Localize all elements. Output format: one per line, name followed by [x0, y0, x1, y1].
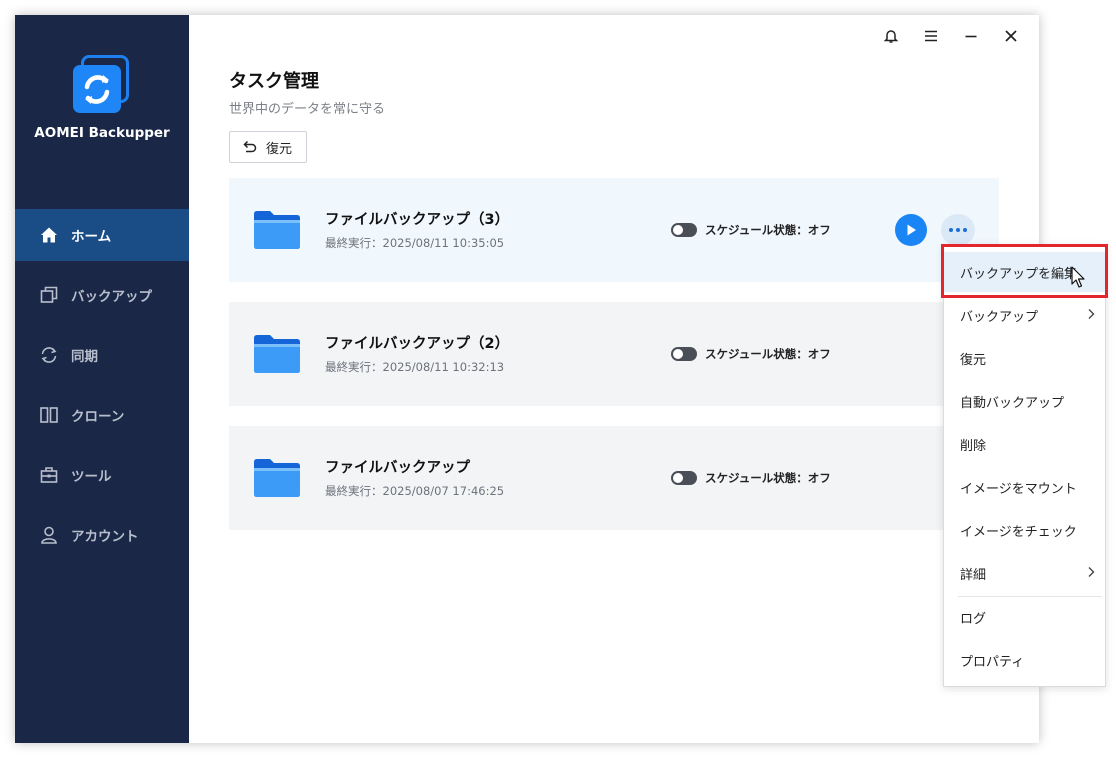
schedule-toggle[interactable]: [671, 471, 697, 485]
menu-item-label: バックアップを編集: [960, 266, 1078, 282]
sidebar-item-sync[interactable]: 同期: [15, 329, 189, 381]
sidebar-item-clone[interactable]: クローン: [15, 389, 189, 441]
task-card[interactable]: ファイルバックアップ 最終実行：2025/08/07 17:46:25 スケジュ…: [229, 426, 999, 530]
minimize-icon: [965, 35, 977, 38]
more-options-button[interactable]: [941, 214, 975, 246]
backup-icon: [40, 286, 58, 303]
home-icon: [41, 227, 57, 243]
task-card[interactable]: ファイルバックアップ（2） 最終実行：2025/08/11 10:32:13 ス…: [229, 302, 999, 406]
menu-item-properties[interactable]: プロパティ: [944, 640, 1105, 680]
close-button[interactable]: [991, 25, 1031, 47]
restore-button-label: 復元: [266, 141, 293, 157]
menu-item-backup[interactable]: バックアップ: [944, 295, 1105, 335]
titlebar-controls: [871, 25, 1031, 47]
task-list: ファイルバックアップ（3） 最終実行：2025/08/11 10:35:05 ス…: [229, 178, 999, 550]
sidebar-item-home[interactable]: ホーム: [15, 209, 189, 261]
bell-icon: [883, 30, 899, 43]
clone-icon: [40, 407, 58, 423]
undo-icon: [243, 140, 257, 153]
folder-icon: [254, 211, 300, 249]
menu-item-mount-image[interactable]: イメージをマウント: [944, 467, 1105, 507]
page-title: タスク管理: [229, 71, 319, 92]
menu-item-delete[interactable]: 削除: [944, 424, 1105, 464]
sidebar-nav: ホーム バックアップ 同期 クローン ツール アカウント: [15, 209, 189, 569]
schedule-toggle[interactable]: [671, 223, 697, 237]
app-name: AOMEI Backupper: [34, 125, 170, 141]
sidebar-item-label: バックアップ: [71, 289, 152, 305]
sidebar-item-tools[interactable]: ツール: [15, 449, 189, 501]
task-last-run: 最終実行：2025/08/11 10:32:13: [325, 360, 505, 374]
menu-item-auto-backup[interactable]: 自動バックアップ: [944, 381, 1105, 421]
menu-icon: [925, 30, 937, 42]
menu-item-label: 削除: [960, 438, 987, 454]
menu-item-check-image[interactable]: イメージをチェック: [944, 510, 1105, 550]
more-dots-icon: [949, 228, 953, 232]
app-logo: [71, 53, 135, 117]
app-window: AOMEI Backupper ホーム バックアップ 同期 クローン ツール ア…: [15, 15, 1039, 743]
mouse-cursor-icon: [1071, 266, 1085, 288]
folder-icon: [254, 459, 300, 497]
menu-item-restore[interactable]: 復元: [944, 338, 1105, 378]
sidebar-item-backup[interactable]: バックアップ: [15, 269, 189, 321]
menu-item-label: ログ: [960, 611, 987, 627]
sidebar-item-label: 同期: [71, 349, 98, 365]
restore-button[interactable]: 復元: [229, 131, 308, 163]
schedule-status-label: スケジュール状態：オフ: [705, 347, 831, 361]
folder-icon: [254, 335, 300, 373]
notification-button[interactable]: [871, 25, 911, 47]
schedule-status-label: スケジュール状態：オフ: [705, 223, 831, 237]
sidebar-item-label: アカウント: [71, 529, 139, 545]
sidebar-item-label: ホーム: [71, 229, 112, 245]
chevron-right-icon: [1088, 309, 1095, 319]
play-icon: [907, 224, 916, 236]
account-icon: [41, 526, 57, 544]
context-menu: バックアップを編集 バックアップ 復元 自動バックアップ 削除 イメージをマウン…: [943, 244, 1106, 687]
menu-item-label: イメージをチェック: [960, 524, 1077, 540]
menu-item-details[interactable]: 詳細: [944, 553, 1105, 593]
schedule-toggle[interactable]: [671, 347, 697, 361]
menu-item-label: バックアップ: [960, 309, 1039, 325]
menu-item-label: イメージをマウント: [960, 481, 1077, 497]
sync-icon: [41, 347, 57, 363]
close-icon: [1005, 30, 1017, 42]
task-name: ファイルバックアップ: [325, 460, 470, 476]
tools-icon: [40, 467, 58, 483]
task-last-run: 最終実行：2025/08/11 10:35:05: [325, 236, 505, 250]
menu-item-label: 自動バックアップ: [960, 395, 1065, 411]
sync-arrows-icon: [84, 75, 110, 104]
schedule-status: スケジュール状態：オフ: [671, 222, 831, 238]
task-name: ファイルバックアップ（3）: [325, 212, 510, 228]
chevron-right-icon: [1088, 567, 1095, 577]
schedule-status: スケジュール状態：オフ: [671, 470, 831, 486]
menu-button[interactable]: [911, 25, 951, 47]
page-subtitle: 世界中のデータを常に守る: [229, 102, 386, 117]
run-backup-button[interactable]: [895, 214, 927, 246]
sidebar-item-account[interactable]: アカウント: [15, 509, 189, 561]
menu-item-log[interactable]: ログ: [944, 597, 1105, 637]
sidebar-item-label: ツール: [71, 469, 112, 485]
schedule-status-label: スケジュール状態：オフ: [705, 471, 831, 485]
sidebar-item-label: クローン: [71, 409, 125, 425]
menu-item-label: 復元: [960, 352, 987, 368]
task-name: ファイルバックアップ（2）: [325, 336, 510, 352]
sidebar: AOMEI Backupper ホーム バックアップ 同期 クローン ツール ア…: [15, 15, 189, 743]
minimize-button[interactable]: [951, 25, 991, 47]
menu-item-label: 詳細: [960, 567, 987, 583]
task-last-run: 最終実行：2025/08/07 17:46:25: [325, 484, 505, 498]
task-card[interactable]: ファイルバックアップ（3） 最終実行：2025/08/11 10:35:05 ス…: [229, 178, 999, 282]
menu-item-label: プロパティ: [960, 654, 1025, 670]
schedule-status: スケジュール状態：オフ: [671, 346, 831, 362]
